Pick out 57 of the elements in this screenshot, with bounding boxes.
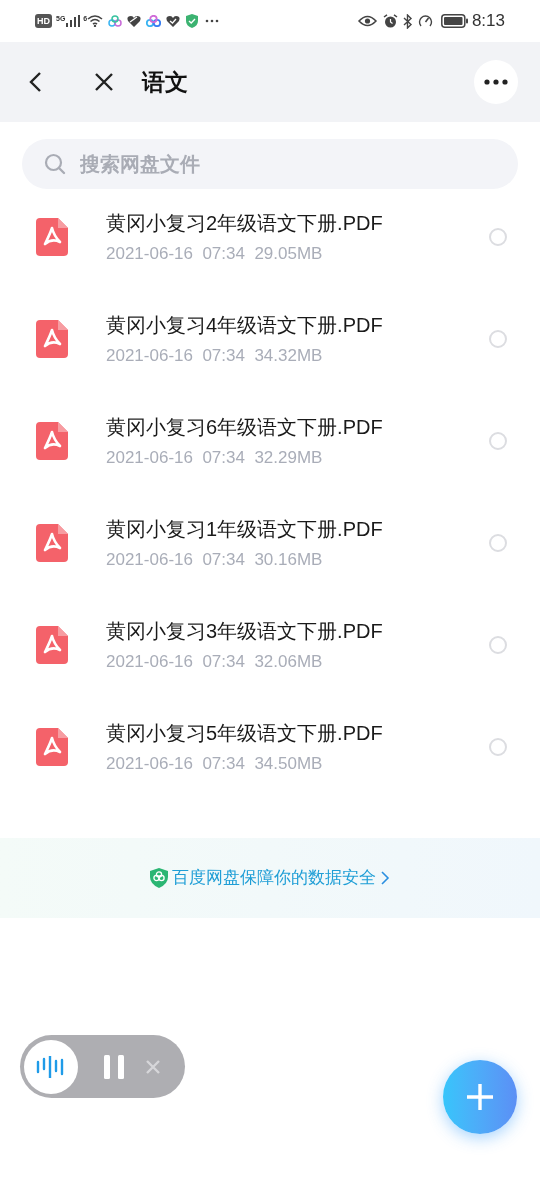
file-meta: 2021-06-16 07:34 32.06MB xyxy=(106,650,324,673)
select-radio[interactable] xyxy=(489,636,507,654)
file-name: 黄冈小复习6年级语文下册.PDF xyxy=(106,414,384,440)
file-row[interactable]: 黄冈小复习4年级语文下册.PDF 2021-06-16 07:34 34.32MB xyxy=(0,288,540,390)
file-meta: 2021-06-16 07:34 32.29MB xyxy=(106,446,324,469)
select-radio[interactable] xyxy=(489,534,507,552)
select-radio[interactable] xyxy=(489,228,507,246)
pdf-file-icon xyxy=(36,218,68,256)
cloud-icon xyxy=(146,15,162,27)
file-row[interactable]: 黄冈小复习1年级语文下册.PDF 2021-06-16 07:34 30.16MB xyxy=(0,492,540,594)
eye-icon xyxy=(357,15,377,27)
page-title: 语文 xyxy=(142,67,188,97)
pdf-file-icon xyxy=(36,626,68,664)
more-button[interactable] xyxy=(474,60,518,104)
file-name: 黄冈小复习3年级语文下册.PDF xyxy=(106,618,384,644)
wifi-icon xyxy=(87,15,104,27)
file-name: 黄冈小复习2年级语文下册.PDF xyxy=(106,210,384,236)
shield-icon xyxy=(150,868,168,888)
file-row[interactable]: 黄冈小复习3年级语文下册.PDF 2021-06-16 07:34 32.06MB xyxy=(0,594,540,696)
sound-wave-icon xyxy=(36,1055,66,1078)
chevron-right-icon xyxy=(380,870,390,886)
battery-icon xyxy=(440,14,469,28)
file-row[interactable]: 黄冈小复习6年级语文下册.PDF 2021-06-16 07:34 32.29MB xyxy=(0,390,540,492)
file-row[interactable]: 黄冈小复习5年级语文下册.PDF 2021-06-16 07:34 34.50MB xyxy=(0,696,540,798)
file-meta: 2021-06-16 07:34 34.32MB xyxy=(106,344,324,367)
search-field[interactable]: 搜索网盘文件 xyxy=(22,139,518,189)
shield-icon xyxy=(186,14,199,28)
heart-icon xyxy=(166,15,181,27)
hd-badge: HD xyxy=(35,14,52,28)
cloud-icon xyxy=(108,15,123,27)
voice-wave-button[interactable] xyxy=(24,1039,78,1094)
search-icon xyxy=(44,153,66,175)
file-meta: 2021-06-16 07:34 34.50MB xyxy=(106,752,324,775)
file-row[interactable]: 黄冈小复习2年级语文下册.PDF 2021-06-16 07:34 29.05MB xyxy=(0,186,540,288)
file-meta: 2021-06-16 07:34 30.16MB xyxy=(106,548,324,571)
pdf-file-icon xyxy=(36,728,68,766)
pdf-file-icon xyxy=(36,422,68,460)
file-name: 黄冈小复习1年级语文下册.PDF xyxy=(106,516,384,542)
select-radio[interactable] xyxy=(489,738,507,756)
select-radio[interactable] xyxy=(489,330,507,348)
pdf-file-icon xyxy=(36,524,68,562)
file-meta: 2021-06-16 07:34 29.05MB xyxy=(106,242,324,265)
more-icon xyxy=(205,19,220,23)
bluetooth-icon xyxy=(402,13,413,29)
more-icon xyxy=(484,79,508,85)
speed-icon xyxy=(417,13,433,29)
file-name: 黄冈小复习5年级语文下册.PDF xyxy=(106,720,384,746)
select-radio[interactable] xyxy=(489,432,507,450)
signal-icon xyxy=(66,15,81,27)
pdf-file-icon xyxy=(36,320,68,358)
file-name: 黄冈小复习4年级语文下册.PDF xyxy=(106,312,384,338)
status-time: 8:13 xyxy=(471,10,505,33)
pause-button[interactable] xyxy=(102,1053,126,1080)
add-button[interactable] xyxy=(443,1060,517,1134)
alarm-icon xyxy=(382,13,398,29)
plus-icon xyxy=(465,1082,495,1112)
heart-icon xyxy=(127,15,142,27)
